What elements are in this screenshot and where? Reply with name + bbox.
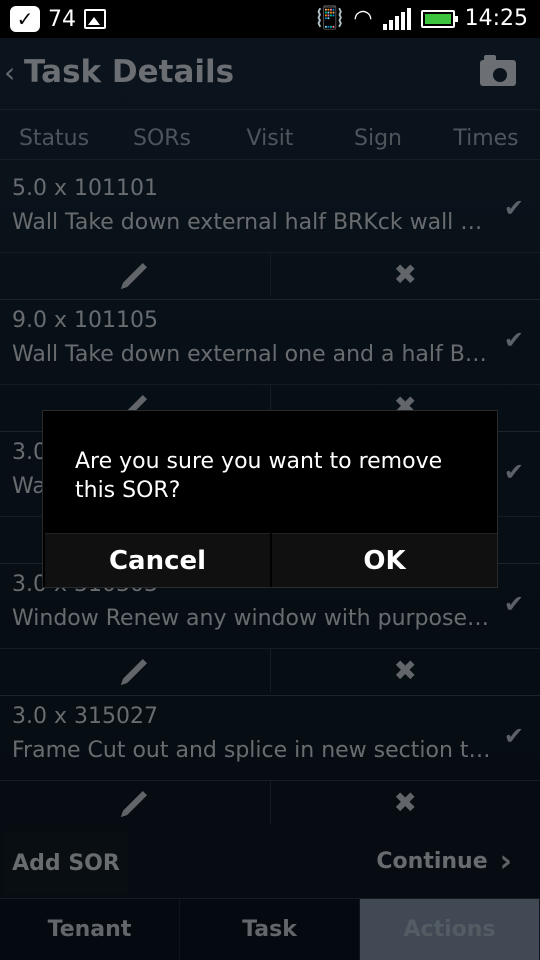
image-icon [84,9,106,29]
confirm-dialog: Are you sure you want to remove this SOR… [42,410,498,588]
ok-button[interactable]: OK [272,533,497,587]
dialog-message: Are you sure you want to remove this SOR… [75,449,443,503]
check-badge-icon: ✓ [10,6,40,32]
status-bar: ✓ 74 📳 ◠ 14:25 [0,0,540,38]
battery-icon [420,9,458,28]
clock: 14:25 [464,6,528,31]
vibrate-icon: 📳 [315,6,344,31]
notification-count: 74 [48,6,76,32]
signal-icon [382,7,411,30]
wifi-icon: ◠ [353,6,373,31]
cancel-button[interactable]: Cancel [45,533,270,587]
dialog-buttons: Cancel OK [43,533,499,587]
